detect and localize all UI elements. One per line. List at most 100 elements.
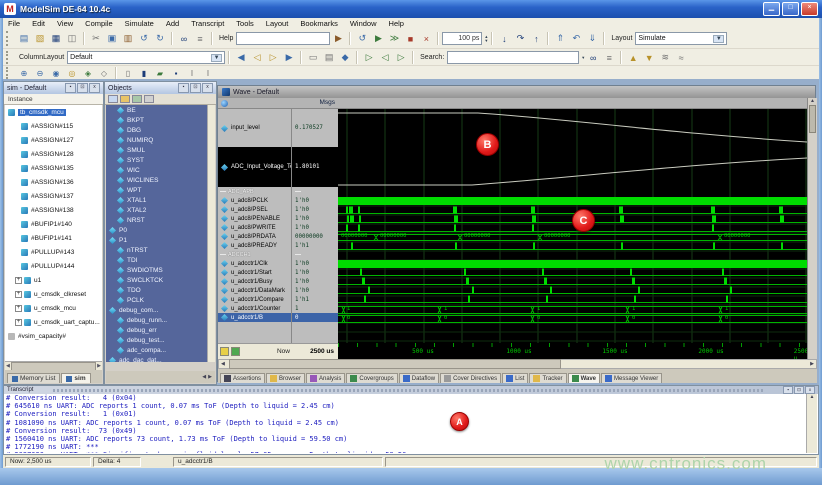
wave-tab[interactable]: Assertions [220, 373, 265, 383]
step-current-down-icon[interactable]: ⇓ [585, 32, 599, 45]
wave-signal-row[interactable]: u_adcctr1/Clk [218, 259, 291, 268]
minimize-button[interactable]: ▁ [763, 2, 780, 16]
instance-column-header[interactable]: Instance [4, 94, 103, 105]
wave-signal-value[interactable]: 1.80101 [292, 147, 338, 187]
wave-tab[interactable]: Cover Directives [440, 373, 501, 383]
insert-cursor-icon[interactable]: ▷ [362, 51, 376, 64]
instance-tree-item[interactable]: + tb_cmsdk_mcu [5, 105, 102, 119]
object-item[interactable]: + WIC [106, 165, 208, 175]
object-item[interactable]: + TDO [106, 285, 208, 295]
name-filter-icon[interactable] [108, 95, 118, 103]
wave-signal-row[interactable]: u_adcctr1/Counter [218, 304, 291, 313]
toolbar-grip[interactable] [6, 67, 13, 78]
layout-combo[interactable]: Simulate ▼ [635, 32, 727, 45]
print-icon[interactable]: ◫ [65, 32, 79, 45]
leaf-cells-icon[interactable]: ▯ [121, 68, 135, 79]
pin-icon[interactable]: ▪ [65, 83, 76, 93]
grid-mode-icon[interactable]: ▭ [306, 51, 320, 64]
help-search-input[interactable] [236, 32, 330, 45]
instance-tree-item[interactable]: + u_cmsdk_clkreset [5, 287, 102, 301]
run-all-icon[interactable]: ≫ [387, 32, 401, 45]
instance-tree-item[interactable]: + #BUFIP1#141 [5, 231, 102, 245]
highlight-filter-icon[interactable] [120, 95, 130, 103]
object-item[interactable]: + NUMIRQ [106, 135, 208, 145]
object-item[interactable]: + debug_test... [106, 335, 208, 345]
ungroup-icon[interactable]: ≈ [674, 51, 688, 64]
wave-signal-row[interactable]: u_adcctr1/Compare [218, 295, 291, 304]
wave-signal-row[interactable]: ADC_Input_Voltage_ToF [218, 147, 291, 187]
wave-signal-row[interactable]: ADC_APB [218, 187, 291, 196]
transcript-log[interactable]: # Conversion result: 4 (0x04)# 645610 ns… [6, 394, 806, 453]
next-transition-icon[interactable]: ▷ [394, 51, 408, 64]
step-current-up-icon[interactable]: ⇑ [553, 32, 567, 45]
wave-signal-value[interactable]: 1'h1 [292, 241, 338, 250]
object-item[interactable]: + SMUL [106, 145, 208, 155]
wave-title-bar[interactable]: Wave - Default [218, 86, 815, 98]
redo-icon[interactable]: ↻ [153, 32, 167, 45]
menu-item[interactable]: Simulate [120, 19, 159, 28]
wave-tab[interactable]: Message Viewer [601, 373, 662, 383]
close-icon[interactable]: x [805, 386, 815, 394]
instance-tree-item[interactable]: + #BUFIP1#140 [5, 217, 102, 231]
wave-edge-next-icon[interactable]: ▷ [266, 51, 280, 64]
cut-icon[interactable]: ✂ [89, 32, 103, 45]
float-icon[interactable]: ⊡ [77, 83, 88, 93]
instance-tree-item[interactable]: + #PULLUP#144 [5, 259, 102, 273]
close-icon[interactable]: x [202, 83, 213, 93]
object-item[interactable]: + BKPT [106, 115, 208, 125]
object-item[interactable]: + BE [106, 105, 208, 115]
pin-icon[interactable]: ▪ [178, 83, 189, 93]
cursor-name-cell[interactable]: Now 2500 us [218, 343, 338, 359]
prev-transition-icon[interactable]: ◁ [378, 51, 392, 64]
menu-item[interactable]: Window [345, 19, 382, 28]
wave-tab[interactable]: Wave [568, 373, 600, 383]
expand-icon[interactable]: + [15, 319, 22, 326]
sort-az-icon[interactable]: ▲ [626, 51, 640, 64]
wave-signal-value[interactable]: 00000000 [292, 232, 338, 241]
edit-cursor-icon[interactable] [220, 347, 229, 356]
object-item[interactable]: + SWCLKTCK [106, 275, 208, 285]
wave-signal-value[interactable] [292, 187, 338, 196]
step-out-icon[interactable]: ↑ [529, 32, 543, 45]
wave-color-icon[interactable]: ▰ [153, 68, 167, 79]
zoom-in-icon[interactable]: ⊕ [17, 68, 31, 79]
scroll-up-icon[interactable]: ▲ [807, 394, 817, 400]
wave-signal-row[interactable]: u_adcctr1/DataMark [218, 286, 291, 295]
new-file-icon[interactable]: ▤ [17, 32, 31, 45]
step-back-icon[interactable]: ↶ [569, 32, 583, 45]
instance-tree-item[interactable]: + #ASSIGN#127 [5, 133, 102, 147]
wave-tab[interactable]: List [502, 373, 528, 383]
run-icon[interactable]: ▶ [371, 32, 385, 45]
object-item[interactable]: + debug_com... [106, 305, 208, 315]
search-prev-icon[interactable]: ∞ [586, 51, 600, 64]
instance-tree-item[interactable]: + #vsim_capacity# [5, 329, 102, 343]
wave-signal-row[interactable]: u_adcctr1/B [218, 313, 291, 322]
stack-mode-icon[interactable]: ▮ [137, 68, 151, 79]
instance-tree-item[interactable]: + #ASSIGN#137 [5, 189, 102, 203]
wave-signal-value[interactable] [292, 250, 338, 259]
object-item[interactable]: + XTAL1 [106, 195, 208, 205]
scroll-right-icon[interactable]: ▶ [97, 363, 101, 369]
menu-item[interactable]: Bookmarks [295, 19, 343, 28]
filter-icon[interactable]: ≡ [193, 32, 207, 45]
title-bar[interactable]: M ModelSim DE-64 10.4c ▁ □ × [0, 0, 822, 18]
menu-item[interactable]: Tools [231, 19, 259, 28]
chevron-down-icon[interactable]: ▼ [713, 35, 724, 43]
restart-icon[interactable]: ↺ [355, 32, 369, 45]
wave-tab[interactable]: Dataflow [399, 373, 439, 383]
cursor-add-icon[interactable]: I [185, 68, 199, 79]
wave-next-icon[interactable]: ▶ [282, 51, 296, 64]
expand-icon[interactable]: + [15, 305, 22, 312]
cursor-del-icon[interactable]: I [201, 68, 215, 79]
menu-item[interactable]: Add [161, 19, 184, 28]
object-item[interactable]: + P0 [106, 225, 208, 235]
options-filter-icon[interactable] [144, 95, 154, 103]
wave-signal-value[interactable]: 1 [292, 304, 338, 313]
scroll-left-icon[interactable]: ◀ [6, 363, 10, 369]
menu-item[interactable]: Edit [27, 19, 50, 28]
object-item[interactable]: + debug_runn... [106, 315, 208, 325]
chevron-down-icon[interactable]: ▼ [211, 54, 222, 62]
wave-hscrollbar[interactable]: ◀ ▶ [218, 359, 817, 369]
instance-tree-item[interactable]: + #ASSIGN#138 [5, 203, 102, 217]
wave-signal-value[interactable]: 1'h0 [292, 223, 338, 232]
